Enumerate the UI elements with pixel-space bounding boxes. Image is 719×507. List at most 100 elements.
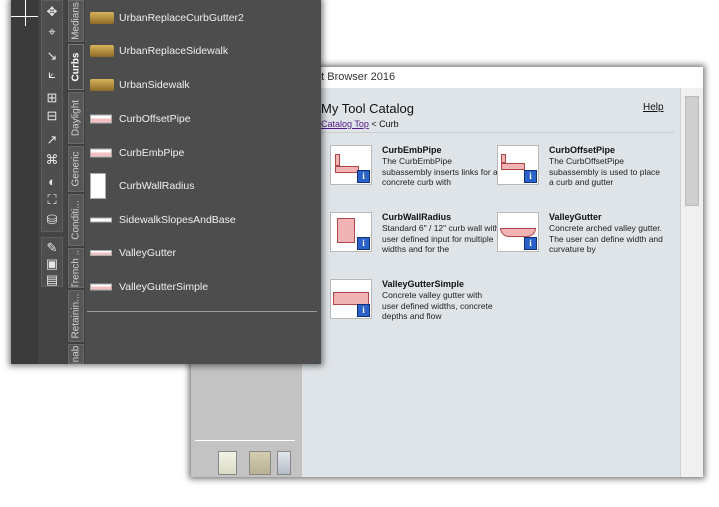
tool-description: Standard 6" / 12" curb wall with user de… [382, 223, 500, 254]
crosshair-cursor [25, 0, 26, 26]
palette-item-label: ValleyGutter [119, 247, 176, 259]
tool-name[interactable]: ValleyGutterSimple [382, 279, 464, 289]
tool-name[interactable]: CurbWallRadius [382, 212, 451, 222]
tab-label: Daylight [70, 99, 82, 137]
catalog-tool-valleyguttersimple[interactable]: i ValleyGutterSimple Concrete valley gut… [330, 279, 500, 339]
tab-label: Curbs [70, 52, 82, 82]
tool-thumbnail[interactable]: i [330, 212, 372, 252]
tool-description: The CurbOffsetPipe subassembly is used t… [549, 156, 661, 187]
contrast-tool-icon[interactable]: ◐ [44, 174, 60, 190]
tab-medians[interactable]: Medians [68, 0, 84, 42]
catalog-tool-valleygutter[interactable]: i ValleyGutter Concrete arched valley gu… [497, 212, 667, 272]
palette-item-label: SidewalkSlopesAndBase [119, 214, 236, 226]
tool-thumbnail[interactable]: i [330, 145, 372, 185]
tool-palette-window: ✥ ⌖ ↘ ⟀ ⊞ ⊟ ↗ ⌘ ◐ ⛶ ⛁ ✎ ▣ ▤ Medians Curb… [11, 0, 321, 364]
tool-name[interactable]: CurbOffsetPipe [549, 145, 615, 155]
palette-item-urbanreplacesidewalk[interactable]: UrbanReplaceSidewalk [90, 36, 310, 66]
palette-tab-column: Medians Curbs Daylight Generic Conditi..… [67, 0, 85, 364]
tab-trench[interactable]: Trench ... [68, 248, 84, 288]
catalog-content-area: My Tool Catalog Help Catalog Top < Curb … [302, 88, 680, 477]
info-icon[interactable]: i [524, 170, 537, 183]
breadcrumb-current: Curb [379, 119, 399, 129]
table-tool-icon[interactable]: ▤ [44, 272, 60, 288]
palette-item-curbembpipe[interactable]: CurbEmbPipe [90, 138, 310, 168]
palette-item-urbanreplacecurbgutter2[interactable]: UrbanReplaceCurbGutter2 [90, 3, 310, 33]
tab-daylight[interactable]: Daylight [68, 92, 84, 144]
tab-label: Conditi... [70, 200, 82, 240]
palette-item-label: CurbWallRadius [119, 180, 195, 192]
snap-tool-icon[interactable]: ⌖ [44, 24, 60, 40]
drawing-area-strip [11, 0, 38, 364]
tool-name[interactable]: ValleyGutter [549, 212, 602, 222]
info-icon[interactable]: i [524, 237, 537, 250]
angle-tool-icon[interactable]: ⟀ [44, 66, 60, 82]
box-tool-icon[interactable]: ⊟ [44, 108, 60, 124]
library-divider [195, 440, 295, 441]
info-icon[interactable]: i [357, 237, 370, 250]
tab-nab[interactable]: nab [68, 344, 84, 364]
palette-item-label: ValleyGutterSimple [119, 281, 209, 293]
crosshair-cursor [11, 16, 38, 17]
toolbar-column: ✥ ⌖ ↘ ⟀ ⊞ ⊟ ↗ ⌘ ◐ ⛶ ⛁ ✎ ▣ ▤ [38, 0, 67, 364]
gutter-section-icon [90, 250, 112, 256]
palette-item-curboffsetpipe[interactable]: CurbOffsetPipe [90, 104, 310, 134]
info-icon[interactable]: i [357, 304, 370, 317]
tab-generic[interactable]: Generic [68, 146, 84, 192]
gutter-section-icon [90, 283, 112, 291]
catalog-tool-curbembpipe[interactable]: i CurbEmbPipe The CurbEmbPipe subassembl… [330, 145, 500, 205]
arrow-tool-icon[interactable]: ↘ [44, 48, 60, 64]
curb-wall-icon [90, 173, 106, 199]
palette-item-valleyguttersimple[interactable]: ValleyGutterSimple [90, 272, 310, 302]
tab-label: Medians [70, 2, 82, 40]
breadcrumb-separator: < [368, 119, 380, 129]
move-tool-icon[interactable]: ✥ [44, 4, 60, 20]
gold-curb-icon [90, 12, 114, 24]
palette-item-label: CurbOffsetPipe [119, 113, 191, 125]
scrollbar-thumb[interactable] [685, 96, 699, 206]
catalog-book-icon[interactable] [249, 451, 271, 475]
line-tool-icon[interactable]: ↗ [44, 132, 60, 148]
tab-label: Trench ... [70, 248, 82, 288]
tool-description: Concrete valley gutter with user defined… [382, 290, 493, 321]
gold-sidewalk-icon [90, 45, 114, 57]
tab-curbs[interactable]: Curbs [68, 44, 84, 90]
database-tool-icon[interactable]: ⛁ [44, 212, 60, 228]
curb-section-icon [90, 148, 112, 158]
breadcrumb-catalog-top-link[interactable]: Catalog Top [321, 119, 369, 129]
tab-label: Generic [70, 151, 82, 187]
palette-item-label: UrbanReplaceSidewalk [119, 45, 229, 57]
catalog-book-icon[interactable] [218, 451, 237, 475]
tool-thumbnail[interactable]: i [497, 145, 539, 185]
grid-tool-icon[interactable]: ⊞ [44, 90, 60, 106]
tool-description: Concrete arched valley gutter. The user … [549, 223, 663, 254]
catalog-tool-curboffsetpipe[interactable]: i CurbOffsetPipe The CurbOffsetPipe suba… [497, 145, 667, 205]
palette-item-label: CurbEmbPipe [119, 147, 185, 159]
tool-thumbnail[interactable]: i [497, 212, 539, 252]
palette-item-curbwallradius[interactable]: CurbWallRadius [90, 171, 310, 201]
header-divider [312, 132, 674, 133]
help-link[interactable]: Help [643, 102, 664, 113]
tab-retaining[interactable]: Retainin... [68, 290, 84, 342]
palette-item-label: UrbanSidewalk [119, 79, 190, 91]
catalog-tool-curbwallradius[interactable]: i CurbWallRadius Standard 6" / 12" curb … [330, 212, 500, 272]
frame-tool-icon[interactable]: ⛶ [44, 192, 60, 208]
tab-conditional[interactable]: Conditi... [68, 194, 84, 246]
catalog-book-icon[interactable] [277, 451, 291, 475]
info-icon[interactable]: i [357, 170, 370, 183]
tab-label: nab [70, 345, 82, 363]
vertical-scrollbar[interactable] [680, 88, 703, 477]
palette-item-valleygutter[interactable]: ValleyGutter [90, 238, 310, 268]
palette-item-sidewalkslopesandbase[interactable]: SidewalkSlopesAndBase [90, 205, 310, 235]
gold-sidewalk-icon [90, 79, 114, 91]
palette-item-urbansidewalk[interactable]: UrbanSidewalk [90, 70, 310, 100]
tool-name[interactable]: CurbEmbPipe [382, 145, 442, 155]
command-tool-icon[interactable]: ⌘ [44, 152, 60, 168]
catalog-title: My Tool Catalog [321, 101, 414, 116]
edit-tool-icon[interactable]: ✎ [44, 240, 60, 256]
sidewalk-section-icon [90, 217, 112, 223]
curb-section-icon [90, 114, 112, 124]
block-tool-icon[interactable]: ▣ [44, 256, 60, 272]
breadcrumb: Catalog Top < Curb [321, 119, 399, 129]
tool-thumbnail[interactable]: i [330, 279, 372, 319]
palette-divider [87, 311, 317, 312]
